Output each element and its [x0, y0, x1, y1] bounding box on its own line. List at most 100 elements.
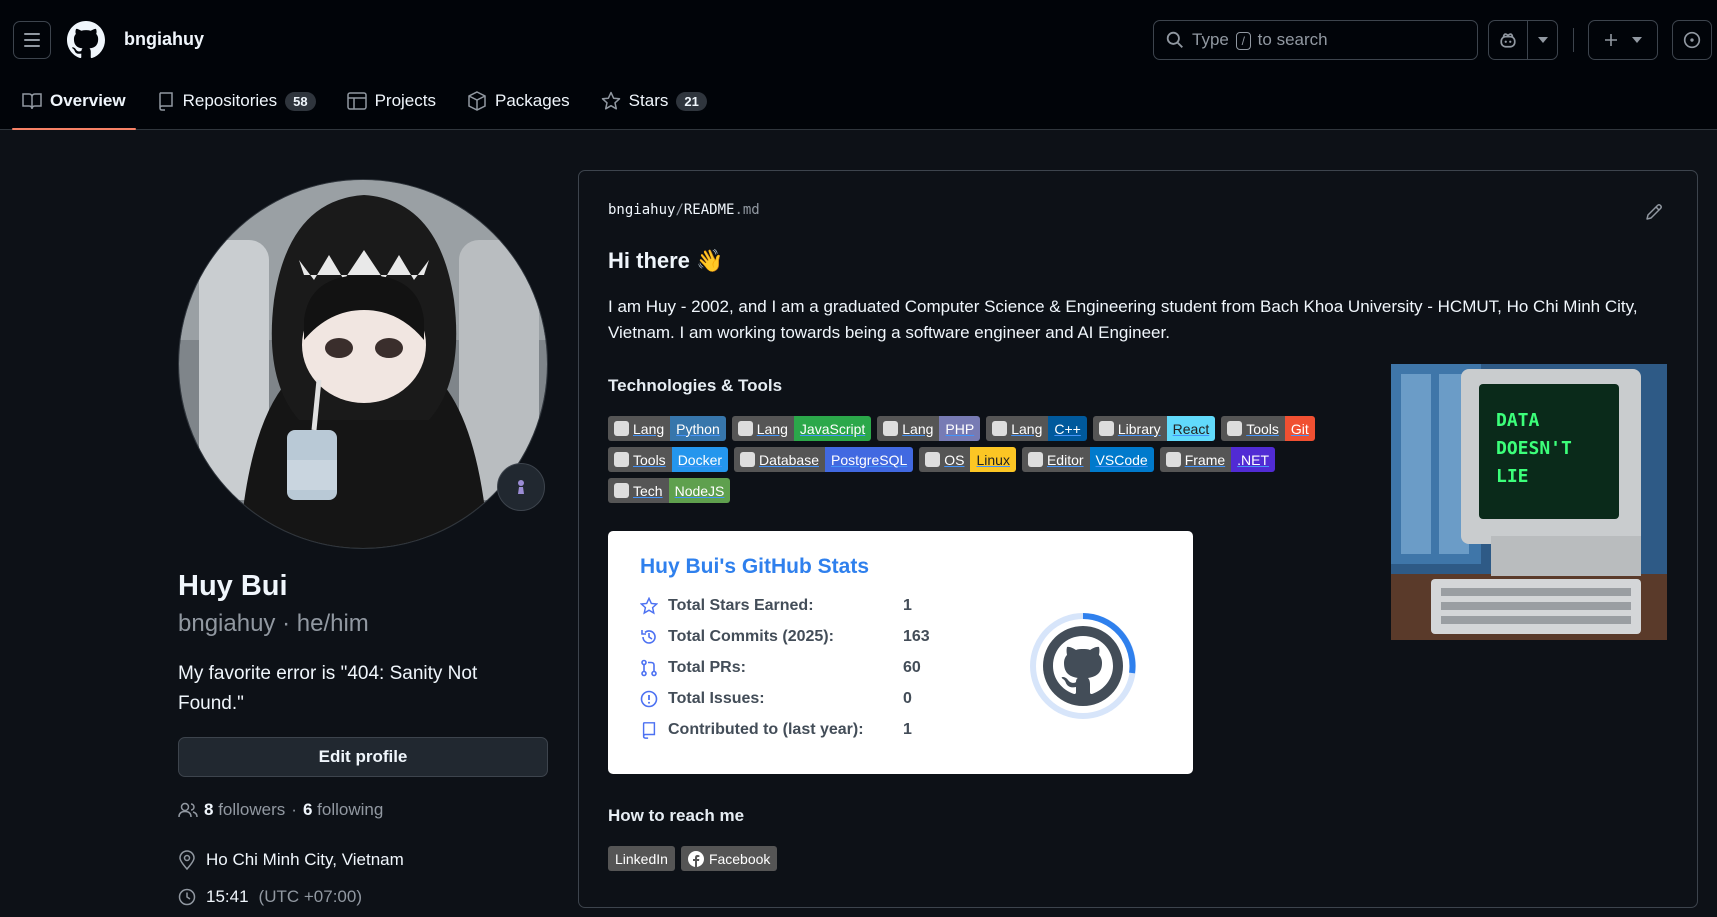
stat-label: Contributed to (last year): — [668, 721, 864, 738]
avatar[interactable] — [178, 179, 548, 549]
stat-row-commits: Total Commits (2025): 163 — [640, 628, 930, 646]
tech-badge[interactable]: Lang C++ — [986, 416, 1087, 441]
badge-tech-name: PHP — [939, 416, 981, 441]
badge-category: Lang — [877, 416, 940, 441]
linkedin-label: LinkedIn — [615, 850, 668, 867]
readme-file: README — [683, 202, 735, 218]
badge-category: OS — [919, 447, 971, 472]
follow-separator: · — [291, 800, 297, 819]
badge-category-label: Library — [1117, 420, 1161, 437]
badge-category: Tools — [608, 447, 672, 472]
stat-value: 1 — [903, 721, 912, 738]
tech-badge[interactable]: Lang PHP — [877, 416, 981, 441]
badge-logo-icon — [740, 452, 756, 467]
copilot-dropdown-button[interactable] — [1527, 20, 1558, 60]
reach-badges: LinkedIn Facebook — [608, 846, 778, 871]
set-status-button[interactable] — [497, 463, 545, 511]
copilot-icon — [1500, 33, 1516, 48]
tech-badge[interactable]: Editor VSCode — [1021, 447, 1154, 472]
stat-row-issues: Total Issues: 0 — [640, 690, 912, 708]
location-text: Ho Chi Minh City, Vietnam — [206, 850, 404, 869]
stat-value: 163 — [903, 628, 930, 645]
tech-badge[interactable]: Database PostgreSQL — [734, 447, 914, 472]
badge-tech-name: NodeJS — [668, 478, 731, 503]
badge-logo-icon — [737, 421, 753, 436]
tab-repositories[interactable]: Repositories 58 — [147, 80, 326, 122]
tech-badge[interactable]: OS Linux — [919, 447, 1016, 472]
badge-category: Lang — [986, 416, 1049, 441]
issue-opened-icon — [1683, 31, 1701, 49]
copilot-button[interactable] — [1488, 20, 1528, 60]
pull-request-icon — [641, 659, 657, 677]
readme-ext: .md — [734, 202, 760, 218]
tab-packages[interactable]: Packages — [457, 80, 580, 122]
badge-category-label: Lang — [1011, 420, 1043, 437]
issues-button[interactable] — [1672, 20, 1712, 60]
tab-projects[interactable]: Projects — [337, 80, 446, 122]
tab-label: Projects — [374, 91, 436, 110]
data-doesnt-lie-image[interactable]: DATA DOESN'T LIE — [1391, 364, 1667, 640]
stat-label: Total Stars Earned: — [668, 597, 814, 614]
search-input[interactable]: Type / to search — [1153, 20, 1478, 60]
following-link[interactable]: 6 following — [303, 800, 383, 820]
followers-link[interactable]: 8 followers — [204, 800, 285, 820]
badge-category: Library — [1092, 416, 1167, 441]
edit-readme-pencil-icon[interactable] — [1645, 203, 1663, 221]
chess-pawn-icon — [518, 480, 524, 494]
tab-label: Overview — [50, 91, 126, 110]
badge-tech-name: .NET — [1231, 447, 1276, 472]
followers-count: 8 — [204, 800, 214, 819]
badge-logo-icon — [614, 421, 629, 436]
facebook-label: Facebook — [708, 850, 771, 867]
readme-path: bngiahuy/README.md — [608, 202, 760, 218]
badge-category: Editor — [1021, 447, 1090, 472]
tech-badge[interactable]: Lang Python — [608, 416, 726, 441]
menu-button[interactable] — [13, 21, 51, 59]
tech-badge[interactable]: Lang JavaScript — [731, 416, 872, 441]
tech-badge[interactable]: Tools Docker — [608, 447, 729, 472]
stat-label: Total PRs: — [668, 659, 746, 676]
tech-badge[interactable]: Tools Git — [1221, 416, 1315, 441]
profile-location: Ho Chi Minh City, Vietnam — [178, 850, 404, 870]
top-header: bngiahuy Type / to search Overview Repos… — [0, 0, 1717, 130]
create-new-button[interactable] — [1588, 20, 1658, 60]
tech-heading: Technologies & Tools — [608, 376, 783, 395]
readme-owner[interactable]: bngiahuy — [608, 202, 675, 218]
facebook-icon — [687, 850, 704, 867]
linkedin-link[interactable]: LinkedIn — [608, 846, 675, 871]
retro-line-1: DATA — [1496, 410, 1540, 431]
badge-category-label: Lang — [902, 420, 934, 437]
tech-badge[interactable]: Tech NodeJS — [608, 478, 731, 503]
badge-logo-icon — [1098, 421, 1114, 436]
github-logo-icon[interactable] — [67, 21, 105, 59]
badge-logo-icon — [1227, 421, 1243, 436]
edit-profile-button[interactable]: Edit profile — [178, 737, 548, 777]
tech-badges: Lang Python Lang JavaScript Lang PHP Lang C++ Li… — [608, 416, 1368, 503]
badge-logo-icon — [925, 452, 941, 467]
badge-category-label: Tech — [633, 482, 663, 499]
facebook-link[interactable]: Facebook — [680, 846, 778, 871]
badge-category-label: Tools — [1246, 420, 1279, 437]
table-icon — [346, 92, 367, 110]
search-icon — [1166, 31, 1183, 48]
people-icon — [178, 802, 198, 818]
tab-label: Stars — [628, 91, 669, 110]
tab-overview[interactable]: Overview — [12, 80, 136, 130]
search-shortcut-key: / — [1235, 32, 1251, 50]
readme-intro: I am Huy - 2002, and I am a graduated Co… — [608, 297, 1638, 342]
github-stats-card[interactable]: Huy Bui's GitHub Stats Total Stars Earne… — [608, 531, 1193, 774]
tech-badge[interactable]: Frame .NET — [1159, 447, 1276, 472]
username-breadcrumb[interactable]: bngiahuy — [124, 29, 204, 50]
badge-tech-name: Python — [670, 416, 726, 441]
tech-badge[interactable]: Library React — [1092, 416, 1216, 441]
badge-logo-icon — [883, 421, 899, 436]
stat-row-prs: Total PRs: 60 — [640, 659, 921, 677]
badge-category: Tech — [608, 478, 669, 503]
tab-stars[interactable]: Stars 21 — [591, 80, 717, 122]
badge-logo-icon — [1027, 452, 1043, 467]
readme-greeting: Hi there 👋 — [608, 248, 724, 273]
plus-icon — [1605, 34, 1617, 46]
github-rank-ring — [1030, 613, 1136, 719]
badge-category: Frame — [1159, 447, 1232, 472]
stat-value: 60 — [903, 659, 921, 676]
